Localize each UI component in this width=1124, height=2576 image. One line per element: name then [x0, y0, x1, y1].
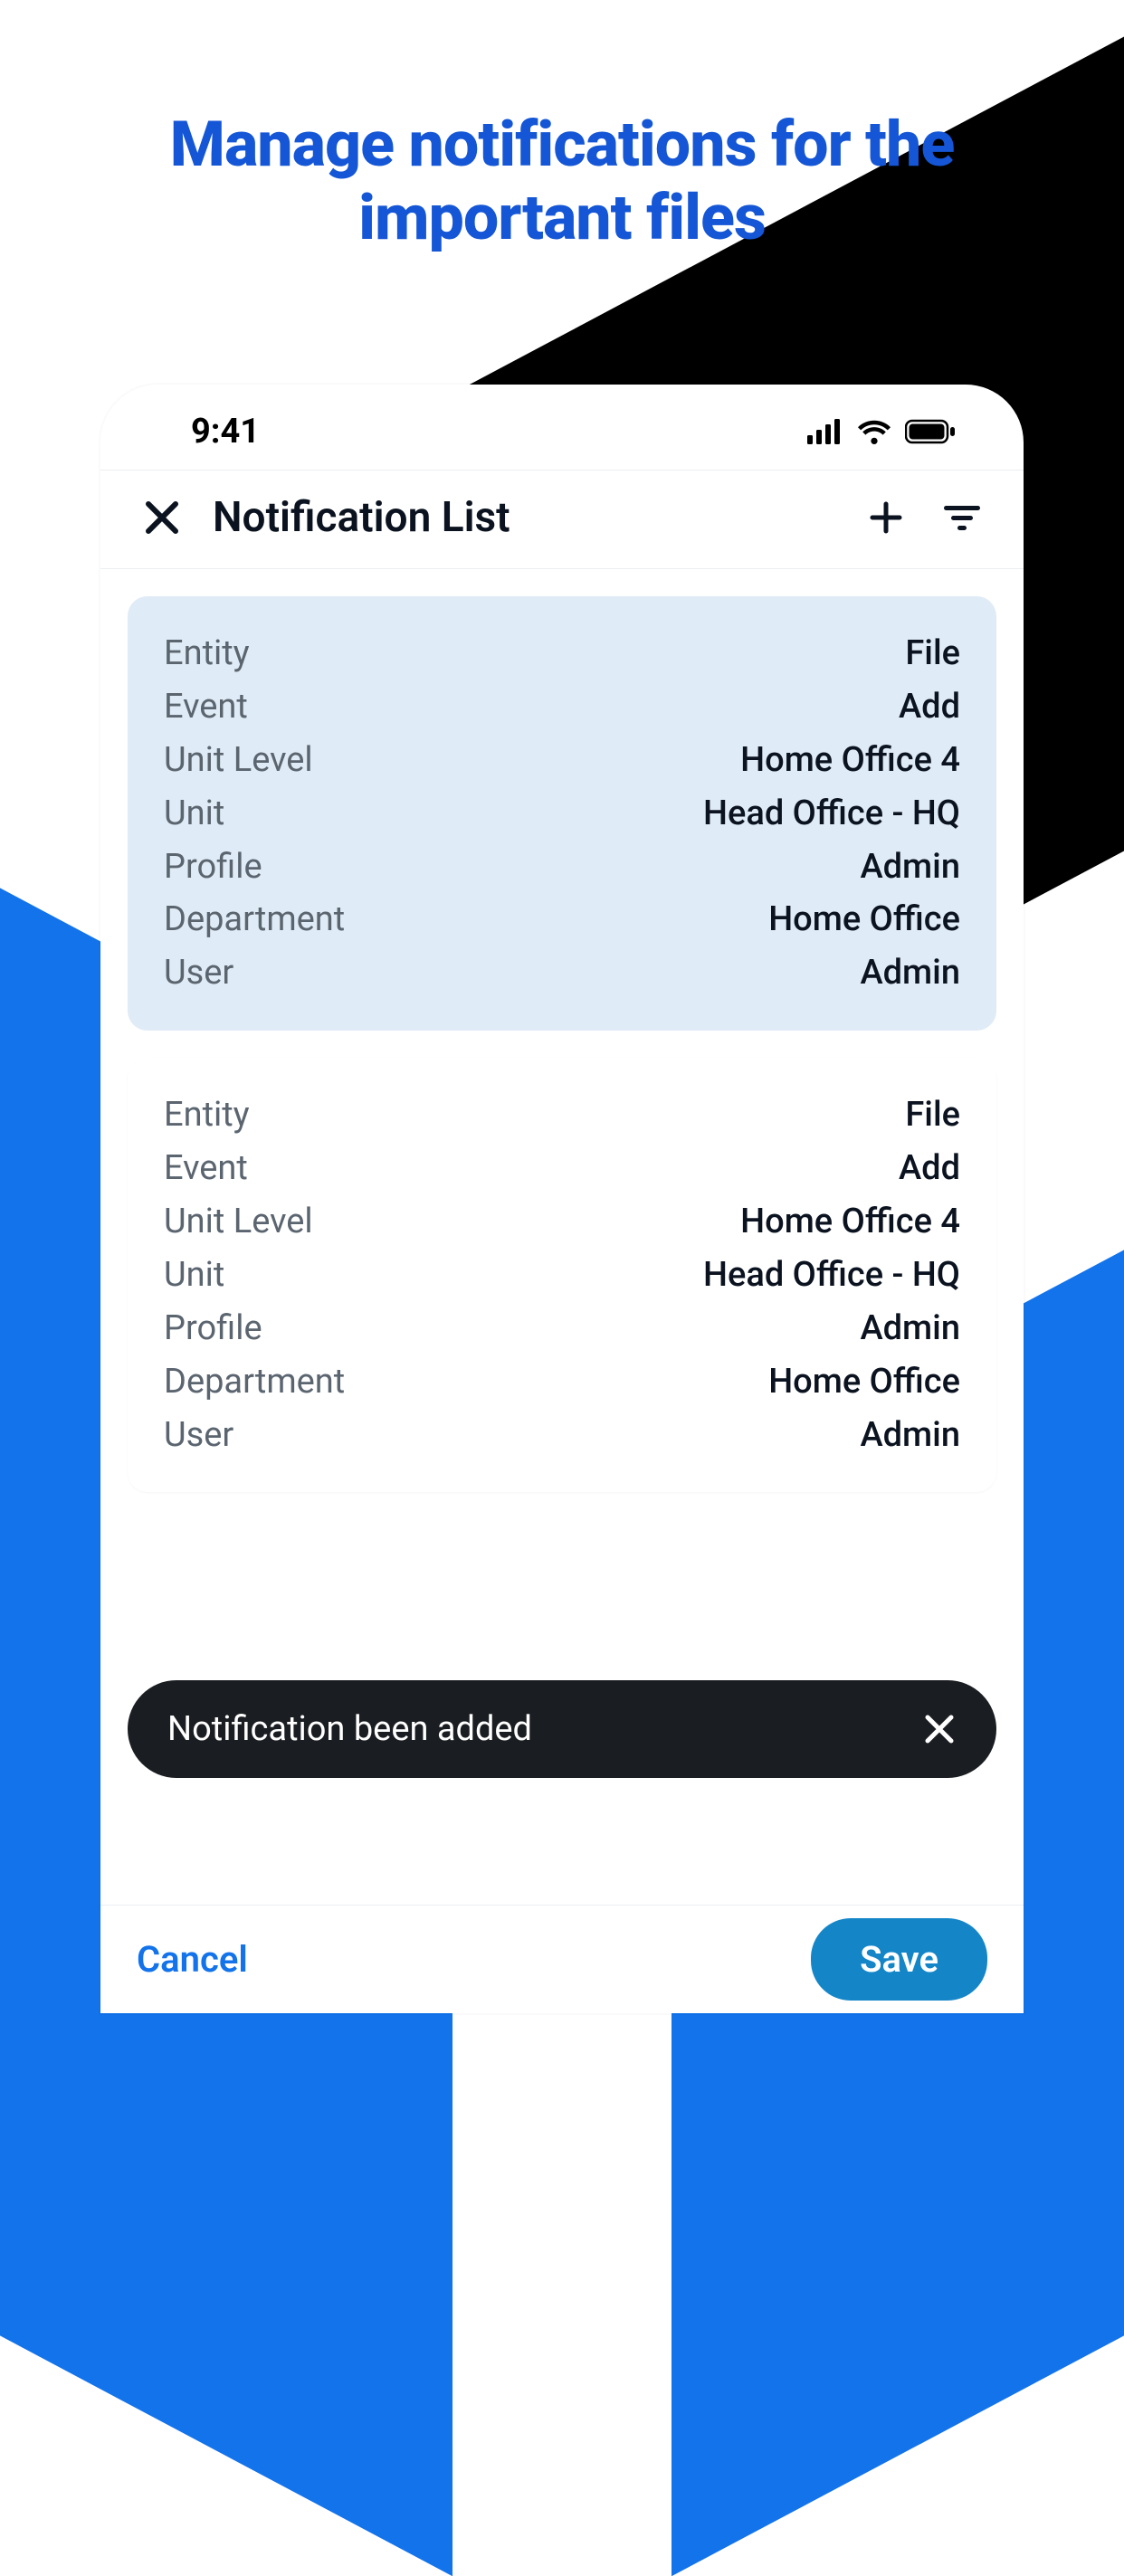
close-icon: [922, 1712, 957, 1746]
plus-icon: [867, 499, 905, 537]
card-row: Unit Head Office - HQ: [164, 787, 960, 841]
row-value: File: [905, 1088, 960, 1142]
row-value: Admin: [860, 841, 960, 894]
toast-close-button[interactable]: [922, 1712, 957, 1746]
cancel-button[interactable]: Cancel: [137, 1938, 248, 1981]
card-row: Department Home Office: [164, 893, 960, 946]
row-label: Unit: [164, 787, 224, 841]
card-row: Department Home Office: [164, 1355, 960, 1409]
toast-message: Notification been added: [167, 1709, 532, 1749]
row-value: Home Office 4: [740, 1195, 960, 1249]
status-bar: 9:41: [100, 385, 1024, 470]
row-label: Event: [164, 1142, 248, 1195]
card-row: Entity File: [164, 1088, 960, 1142]
row-label: Department: [164, 893, 345, 946]
row-label: Profile: [164, 841, 262, 894]
card-row: User Admin: [164, 946, 960, 1000]
close-icon: [143, 499, 181, 537]
card-row: Event Add: [164, 680, 960, 734]
notification-card[interactable]: Entity File Event Add Unit Level Home Offic…: [128, 1058, 996, 1492]
nav-bar: Notification List: [100, 470, 1024, 569]
row-label: Unit Level: [164, 734, 313, 787]
card-row: Unit Level Home Office 4: [164, 1195, 960, 1249]
card-row: Event Add: [164, 1142, 960, 1195]
filter-button[interactable]: [937, 492, 987, 543]
save-button[interactable]: Save: [811, 1918, 987, 2001]
row-label: Event: [164, 680, 248, 734]
row-label: Unit Level: [164, 1195, 313, 1249]
row-value: Add: [899, 1142, 960, 1195]
row-label: Entity: [164, 1088, 250, 1142]
promo-headline: Manage notifications for the important f…: [0, 0, 1124, 254]
page-title: Notification List: [213, 493, 835, 542]
card-row: Profile Admin: [164, 841, 960, 894]
row-value: Head Office - HQ: [703, 787, 960, 841]
row-value: Admin: [860, 946, 960, 1000]
row-label: Profile: [164, 1302, 262, 1355]
row-label: Unit: [164, 1249, 224, 1302]
status-time: 9:41: [150, 412, 260, 452]
row-value: Admin: [860, 1409, 960, 1462]
row-value: Home Office: [768, 893, 960, 946]
filter-icon: [942, 503, 982, 532]
row-value: Add: [899, 680, 960, 734]
card-row: Profile Admin: [164, 1302, 960, 1355]
toast: Notification been added: [128, 1680, 996, 1778]
cellular-icon: [807, 419, 843, 444]
row-value: File: [905, 627, 960, 680]
row-value: Home Office 4: [740, 734, 960, 787]
card-row: Unit Level Home Office 4: [164, 734, 960, 787]
wifi-icon: [856, 419, 892, 444]
card-row: Unit Head Office - HQ: [164, 1249, 960, 1302]
notification-card[interactable]: Entity File Event Add Unit Level Home Offic…: [128, 596, 996, 1031]
add-button[interactable]: [861, 492, 911, 543]
row-label: Department: [164, 1355, 345, 1409]
row-value: Head Office - HQ: [703, 1249, 960, 1302]
row-label: Entity: [164, 627, 250, 680]
status-icons: [807, 419, 974, 444]
content-area: Entity File Event Add Unit Level Home Offic…: [100, 569, 1024, 1492]
close-button[interactable]: [137, 492, 187, 543]
phone-frame: 9:41 Notification List: [100, 385, 1024, 2013]
row-value: Admin: [860, 1302, 960, 1355]
card-row: Entity File: [164, 627, 960, 680]
battery-icon: [905, 419, 956, 444]
row-label: User: [164, 1409, 233, 1462]
footer-bar: Cancel Save: [100, 1905, 1024, 2013]
row-value: Home Office: [768, 1355, 960, 1409]
card-row: User Admin: [164, 1409, 960, 1462]
row-label: User: [164, 946, 233, 1000]
